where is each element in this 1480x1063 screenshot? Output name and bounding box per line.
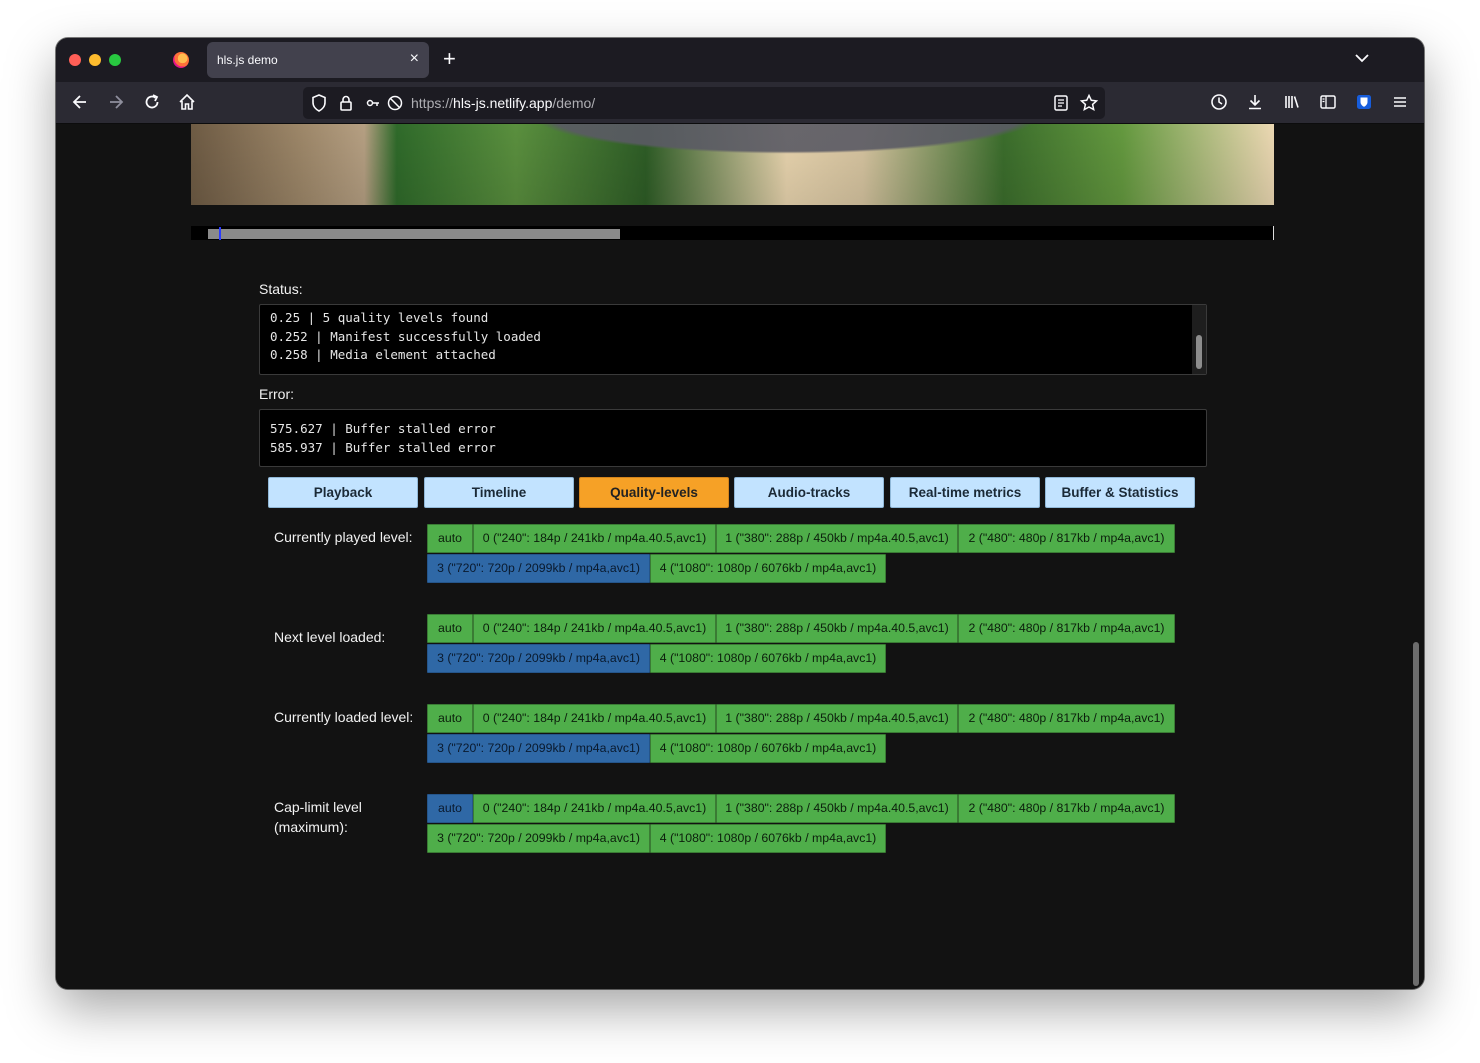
tab-close-icon[interactable]: × [410,50,419,68]
level-auto-button[interactable]: auto [427,794,473,823]
page-scrollbar[interactable] [1408,124,1424,989]
level-2-button[interactable]: 2 ("480": 480p / 817kb / mp4a,avc1) [958,704,1175,733]
level-auto-button[interactable]: auto [427,614,473,643]
level-4-button[interactable]: 4 ("1080": 1080p / 6076kb / mp4a,avc1) [650,824,886,853]
error-label: Error: [259,386,294,402]
video-player[interactable] [191,124,1274,205]
list-all-tabs-icon[interactable] [1352,48,1372,68]
tab-playback[interactable]: Playback [268,477,418,508]
level-2-button[interactable]: 2 ("480": 480p / 817kb / mp4a,avc1) [958,524,1175,553]
quality-group-label: Next level loaded: [274,629,386,645]
level-1-button[interactable]: 1 ("380": 288p / 450kb / mp4a.40.5,avc1) [716,614,958,643]
level-2-button[interactable]: 2 ("480": 480p / 817kb / mp4a,avc1) [958,614,1175,643]
autoplay-blocked-icon[interactable] [385,93,405,113]
home-icon[interactable] [177,92,197,112]
level-2-button[interactable]: 2 ("480": 480p / 817kb / mp4a,avc1) [958,794,1175,823]
forward-arrow-icon[interactable] [106,92,126,112]
minimize-window-button[interactable] [89,54,101,66]
level-1-button[interactable]: 1 ("380": 288p / 450kb / mp4a.40.5,avc1) [716,704,958,733]
level-0-button[interactable]: 0 ("240": 184p / 241kb / mp4a.40.5,avc1) [473,524,716,553]
status-line: 0.252 | Manifest successfully loaded [270,329,541,344]
shield-icon[interactable] [309,93,329,113]
level-4-button[interactable]: 4 ("1080": 1080p / 6076kb / mp4a,avc1) [650,554,886,583]
downloads-icon[interactable] [1245,92,1265,112]
back-arrow-icon[interactable] [70,92,90,112]
level-0-button[interactable]: 0 ("240": 184p / 241kb / mp4a.40.5,avc1) [473,794,716,823]
url-host: hls-js.netlify.app [453,95,553,111]
reload-icon[interactable] [142,92,162,112]
level-4-button[interactable]: 4 ("1080": 1080p / 6076kb / mp4a,avc1) [650,644,886,673]
history-clock-icon[interactable] [1209,92,1229,112]
level-3-button[interactable]: 3 ("720": 720p / 2099kb / mp4a,avc1) [427,734,650,763]
url-scheme: https:// [411,95,454,111]
video-frame [191,124,1274,205]
error-line: 575.627 | Buffer stalled error [270,421,496,436]
quality-group-label: Currently played level: [274,529,413,545]
menu-hamburger-icon[interactable] [1390,92,1410,112]
library-icon[interactable] [1282,92,1302,112]
status-label: Status: [259,281,303,297]
level-1-button[interactable]: 1 ("380": 288p / 450kb / mp4a.40.5,avc1) [716,794,958,823]
level-auto-button[interactable]: auto [427,704,473,733]
status-log[interactable]: 0.25 | 5 quality levels found 0.252 | Ma… [259,304,1207,375]
status-line: 0.258 | Media element attached [270,347,496,362]
browser-tab[interactable]: hls.js demo × [207,42,429,78]
level-4-button[interactable]: 4 ("1080": 1080p / 6076kb / mp4a,avc1) [650,734,886,763]
level-0-button[interactable]: 0 ("240": 184p / 241kb / mp4a.40.5,avc1) [473,704,716,733]
navigation-toolbar: https://hls-js.netlify.app/demo/ [56,82,1424,124]
page-scroll-thumb[interactable] [1413,642,1419,986]
buffered-range [208,229,620,239]
level-auto-button[interactable]: auto [427,524,473,553]
error-line: 585.937 | Buffer stalled error [270,440,496,455]
timeline-end-marker [1273,226,1274,240]
level-3-button[interactable]: 3 ("720": 720p / 2099kb / mp4a,avc1) [427,824,650,853]
level-3-button[interactable]: 3 ("720": 720p / 2099kb / mp4a,avc1) [427,554,650,583]
tab-real-time-metrics[interactable]: Real-time metrics [890,477,1040,508]
new-tab-button[interactable]: + [443,48,456,70]
zoom-window-button[interactable] [109,54,121,66]
tab-audio-tracks[interactable]: Audio-tracks [734,477,884,508]
url-path: /demo/ [552,95,596,111]
level-3-button[interactable]: 3 ("720": 720p / 2099kb / mp4a,avc1) [427,644,650,673]
address-bar[interactable]: https://hls-js.netlify.app/demo/ [303,87,1105,119]
error-log[interactable]: 575.627 | Buffer stalled error 585.937 |… [259,409,1207,467]
bookmark-star-icon[interactable] [1079,93,1099,113]
playhead-marker[interactable] [219,227,221,240]
status-line: 0.25 | 5 quality levels found [270,310,489,325]
tab-quality-levels[interactable]: Quality-levels [579,477,729,508]
tab-buffer-statistics[interactable]: Buffer & Statistics [1045,477,1195,508]
firefox-logo-icon [173,52,189,68]
close-window-button[interactable] [69,54,81,66]
status-scroll-thumb[interactable] [1196,335,1202,369]
reader-view-icon[interactable] [1051,93,1071,113]
permissions-key-icon[interactable] [364,93,384,113]
lock-icon[interactable] [336,93,356,113]
browser-window: hls.js demo × + https://hls-js.netlify.a… [56,38,1424,989]
tab-bar: hls.js demo × + [56,38,1424,82]
level-1-button[interactable]: 1 ("380": 288p / 450kb / mp4a.40.5,avc1) [716,524,958,553]
page-content: Status: 0.25 | 5 quality levels found 0.… [56,124,1408,989]
tab-title: hls.js demo [217,53,278,67]
tab-timeline[interactable]: Timeline [424,477,574,508]
quality-group-label: Cap-limit level (maximum): [274,799,362,835]
playback-timeline[interactable] [191,226,1274,240]
url-text[interactable]: https://hls-js.netlify.app/demo/ [411,95,595,111]
level-0-button[interactable]: 0 ("240": 184p / 241kb / mp4a.40.5,avc1) [473,614,716,643]
status-scrollbar[interactable] [1192,305,1206,374]
sidebar-icon[interactable] [1318,92,1338,112]
bitwarden-extension-icon[interactable] [1354,92,1374,112]
quality-group-label: Currently loaded level: [274,709,414,725]
